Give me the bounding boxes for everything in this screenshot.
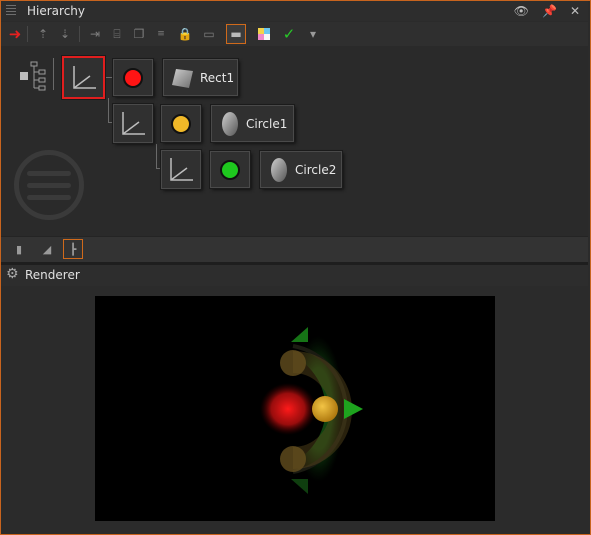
axes-icon [122,111,145,135]
render-viewport[interactable] [95,296,495,521]
drag-grip-icon[interactable] [6,5,16,17]
hierarchy-bottom-tabs: ▮ ◢ ┣ [1,236,588,262]
bookmark-icon[interactable]: ▾ [303,24,323,44]
toolbar-separator [27,26,28,42]
tree-connector [108,98,109,123]
node-label-rect1: Rect1 [200,70,235,85]
hierarchy-tree: Rect1 Circle1 Circle2 [1,46,588,236]
axes-icon [72,65,96,89]
duplicate-icon[interactable]: ❐ [129,24,149,44]
circle1-fill-node[interactable] [161,105,201,142]
circle2-node[interactable]: Circle2 [260,151,342,188]
hierarchy-title: Hierarchy [27,4,86,18]
ghost-ball-bottom [280,446,306,472]
indent-icon[interactable]: ⇥ [85,24,105,44]
rect1-node[interactable]: Rect1 [163,59,238,96]
layer-tab-icon[interactable]: ◢ [37,239,57,259]
node-label-circle2: Circle2 [295,162,337,177]
yellow-color-swatch-icon [171,113,191,134]
yellow-ball [312,396,338,422]
circle1-node[interactable]: Circle1 [211,105,294,142]
check-icon[interactable]: ✓ [279,24,299,44]
transform-node-circle1[interactable] [113,104,153,143]
renderer-header: ⚙ Renderer [1,265,588,286]
lock-icon[interactable]: 🔒 [175,24,195,44]
comment-filled-icon[interactable]: ▬ [226,24,246,44]
red-arrow-icon[interactable]: ➜ [5,24,25,44]
renderer-title: Renderer [25,268,80,282]
tree-tab-icon[interactable]: ┣ [63,239,83,259]
palette-icon[interactable] [254,24,274,44]
close-icon[interactable]: ✕ [570,4,580,18]
ellipse-shape-icon [222,111,238,136]
watermark-logo-icon [14,150,84,220]
ghost-ball-top [280,350,306,376]
transform-node-circle2[interactable] [161,150,201,189]
tree-connector [156,144,157,169]
palette-swatch [258,28,270,40]
render-scene [260,319,363,499]
node-label-circle1: Circle1 [246,116,288,131]
toolbar-separator [79,26,80,42]
comment-icon[interactable]: ▭ [199,24,219,44]
group-icon[interactable]: ⌸ [107,24,127,44]
hierarchy-header: Hierarchy 👁 📌 ✕ [1,1,588,21]
axes-icon [170,157,193,181]
move-down-icon[interactable]: ⇣ [55,24,75,44]
tree-connector [105,77,113,78]
gear-icon[interactable]: ⚙ [6,266,19,282]
rectangle-shape-icon [172,68,193,88]
transform-node-root[interactable] [62,56,105,99]
circle2-fill-node[interactable] [210,151,250,188]
move-up-icon[interactable]: ⇡ [33,24,53,44]
scene-root-icon[interactable] [19,60,51,92]
pin-icon[interactable]: 📌 [542,4,557,18]
ellipse-shape-icon [271,157,287,182]
red-color-swatch-icon [123,67,143,88]
script-icon[interactable]: ≡ [151,24,171,44]
tree-connector [53,58,54,90]
rect-fill-node[interactable] [113,59,153,96]
header-controls: 👁 📌 ✕ [514,4,580,18]
hierarchy-toolbar: ➜ ⇡ ⇣ ⇥ ⌸ ❐ ≡ 🔒 ▭ ▬ ✓ ▾ [1,22,588,46]
green-color-swatch-icon [220,159,240,180]
bookmark-tab-icon[interactable]: ▮ [9,239,29,259]
eye-icon[interactable]: 👁 [514,4,529,18]
red-rect-glow [260,383,316,435]
